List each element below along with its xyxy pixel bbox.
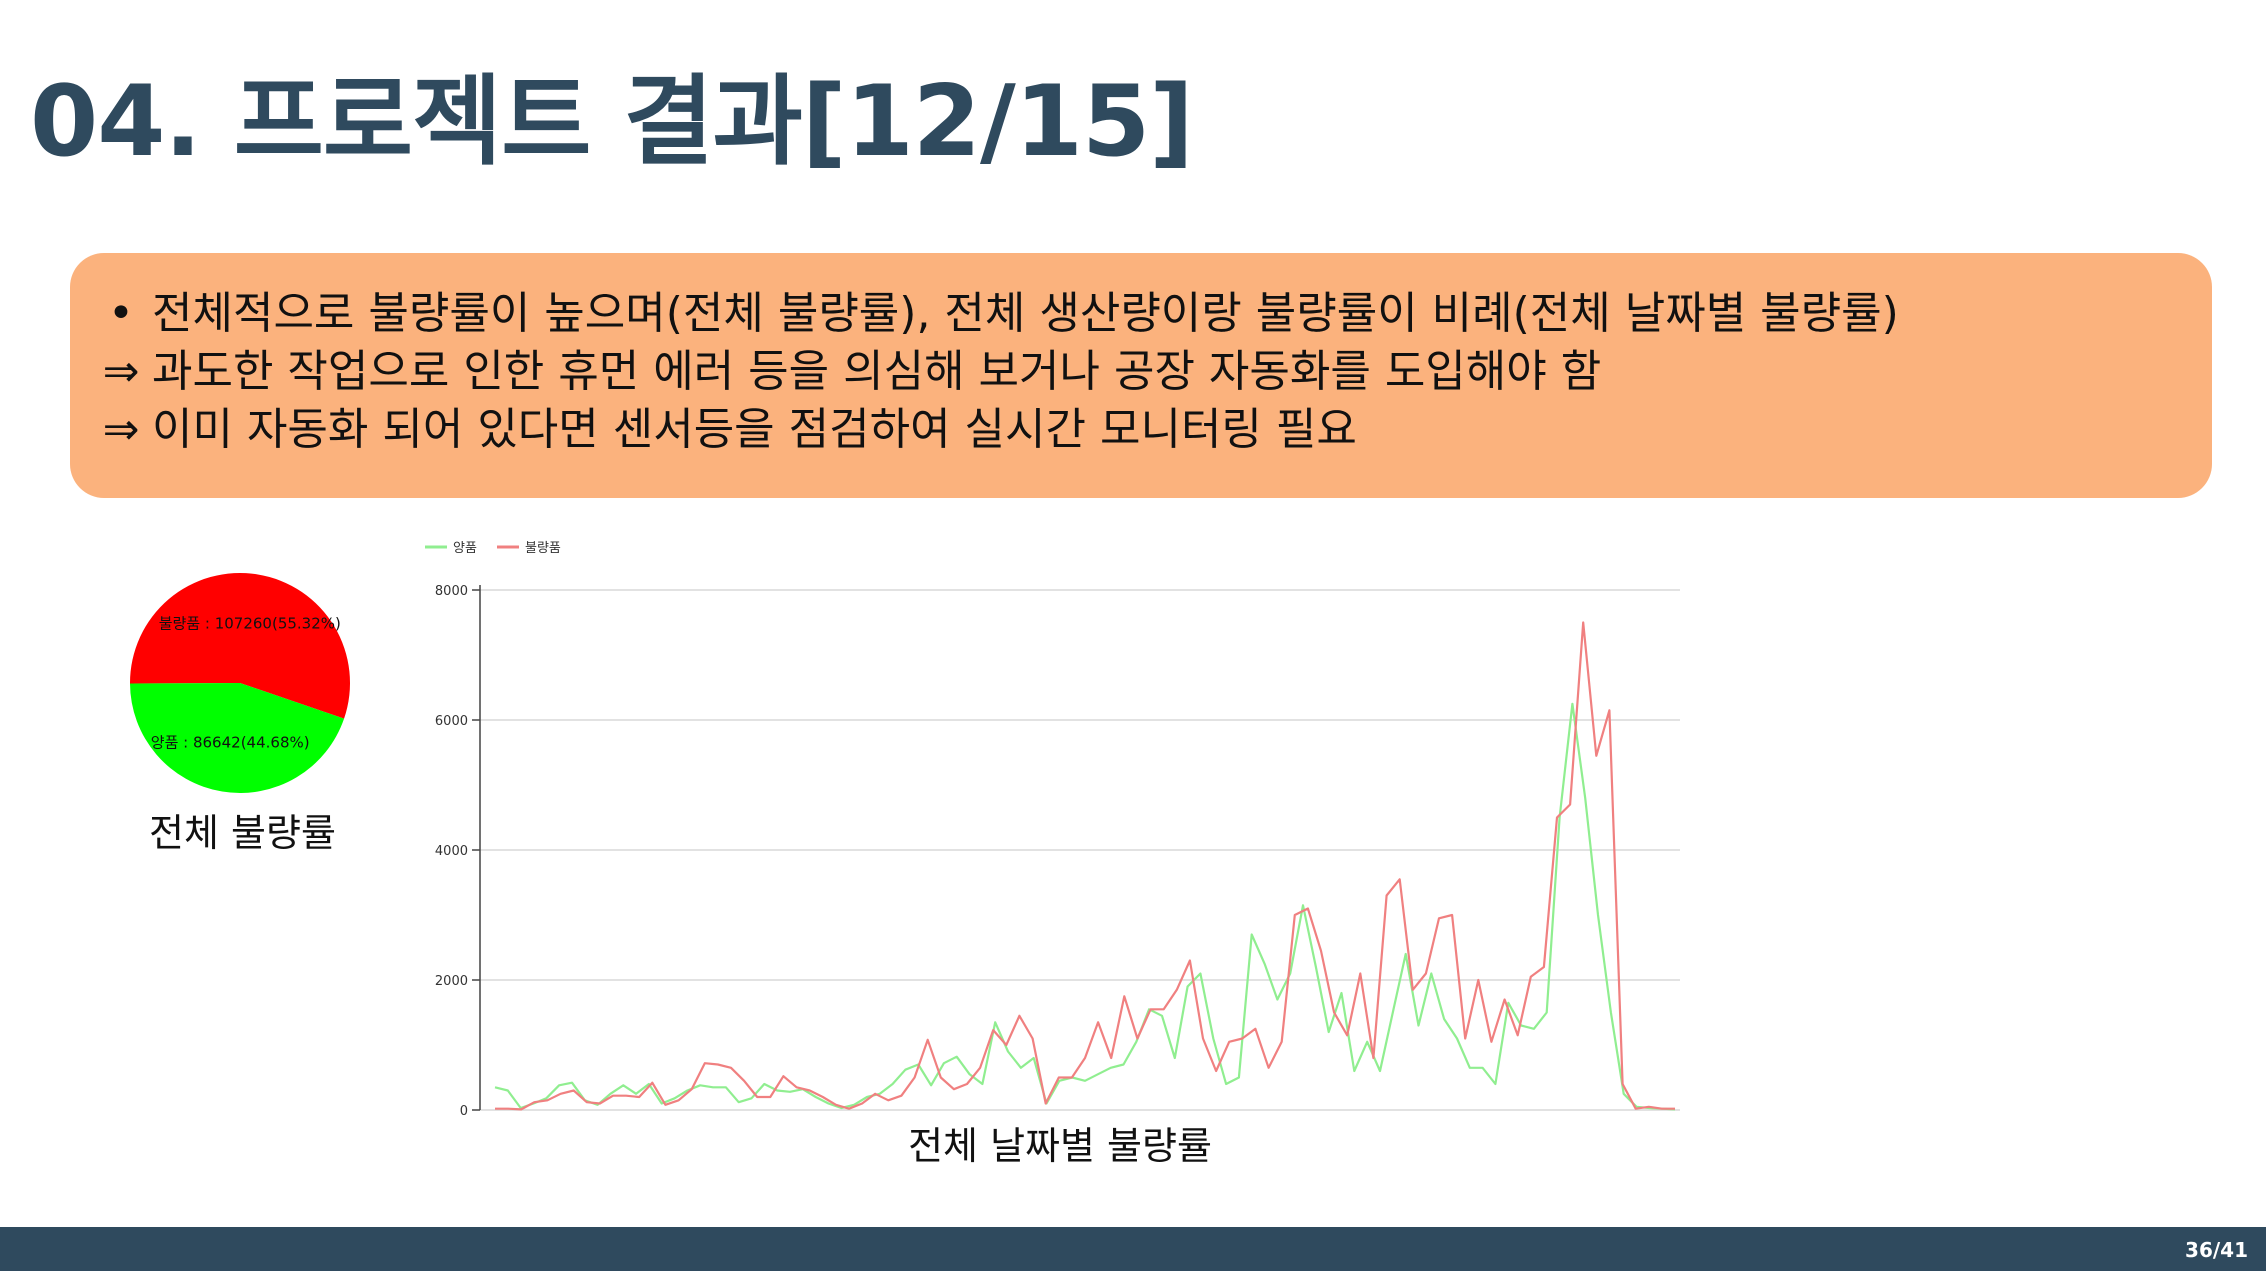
series-line-0	[494, 702, 1676, 1111]
footer-bar: 36/41	[0, 1227, 2266, 1271]
callout-line-1: • 전체적으로 불량률이 높으며(전체 불량률), 전체 생산량이랑 불량률이 비…	[90, 285, 2212, 343]
pie-slice-label-0: 불량품 : 107260(55.32%)	[159, 614, 341, 632]
callout-line-3: ⇒ 이미 자동화 되어 있다면 센서등을 점검하여 실시간 모니터링 필요	[90, 401, 2212, 459]
arrow-icon: ⇒	[102, 404, 140, 455]
arrow-icon: ⇒	[102, 346, 140, 397]
line-chart: 0 2000 4000 6000 8000 양품 불량품	[425, 541, 1680, 1119]
y-tick-label-3: 6000	[435, 714, 468, 729]
line-chart-caption: 전체 날짜별 불량률	[908, 1124, 1212, 1168]
legend-label-1: 불량품	[525, 541, 561, 556]
y-tick-label-1: 2000	[435, 974, 468, 989]
callout-line-2: ⇒ 과도한 작업으로 인한 휴먼 에러 등을 의심해 보거나 공장 자동화를 도입…	[90, 343, 2212, 401]
y-tick-label-2: 4000	[435, 844, 468, 859]
pie-caption: 전체 불량률	[149, 811, 336, 855]
pie-chart: 불량품 : 107260(55.32%) 양품 : 86642(44.68%)	[130, 573, 350, 793]
callout-text-1: 전체적으로 불량률이 높으며(전체 불량률), 전체 생산량이랑 불량률이 비례…	[152, 288, 1899, 339]
legend-label-0: 양품	[453, 541, 477, 556]
page-number: 36/41	[2185, 1238, 2248, 1262]
pie-slice-label-1: 양품 : 86642(44.68%)	[151, 734, 310, 752]
y-tick-label-0: 0	[460, 1104, 468, 1119]
callout-text-3: 이미 자동화 되어 있다면 센서등을 점검하여 실시간 모니터링 필요	[152, 404, 1357, 455]
bullet-icon: •	[108, 288, 134, 339]
y-tick-label-4: 8000	[435, 584, 468, 599]
series-line-1	[495, 621, 1675, 1111]
page-title: 04. 프로젝트 결과[12/15]	[30, 65, 1194, 179]
summary-callout: • 전체적으로 불량률이 높으며(전체 불량률), 전체 생산량이랑 불량률이 비…	[70, 253, 2212, 498]
callout-text-2: 과도한 작업으로 인한 휴먼 에러 등을 의심해 보거나 공장 자동화를 도입해…	[152, 346, 1602, 397]
